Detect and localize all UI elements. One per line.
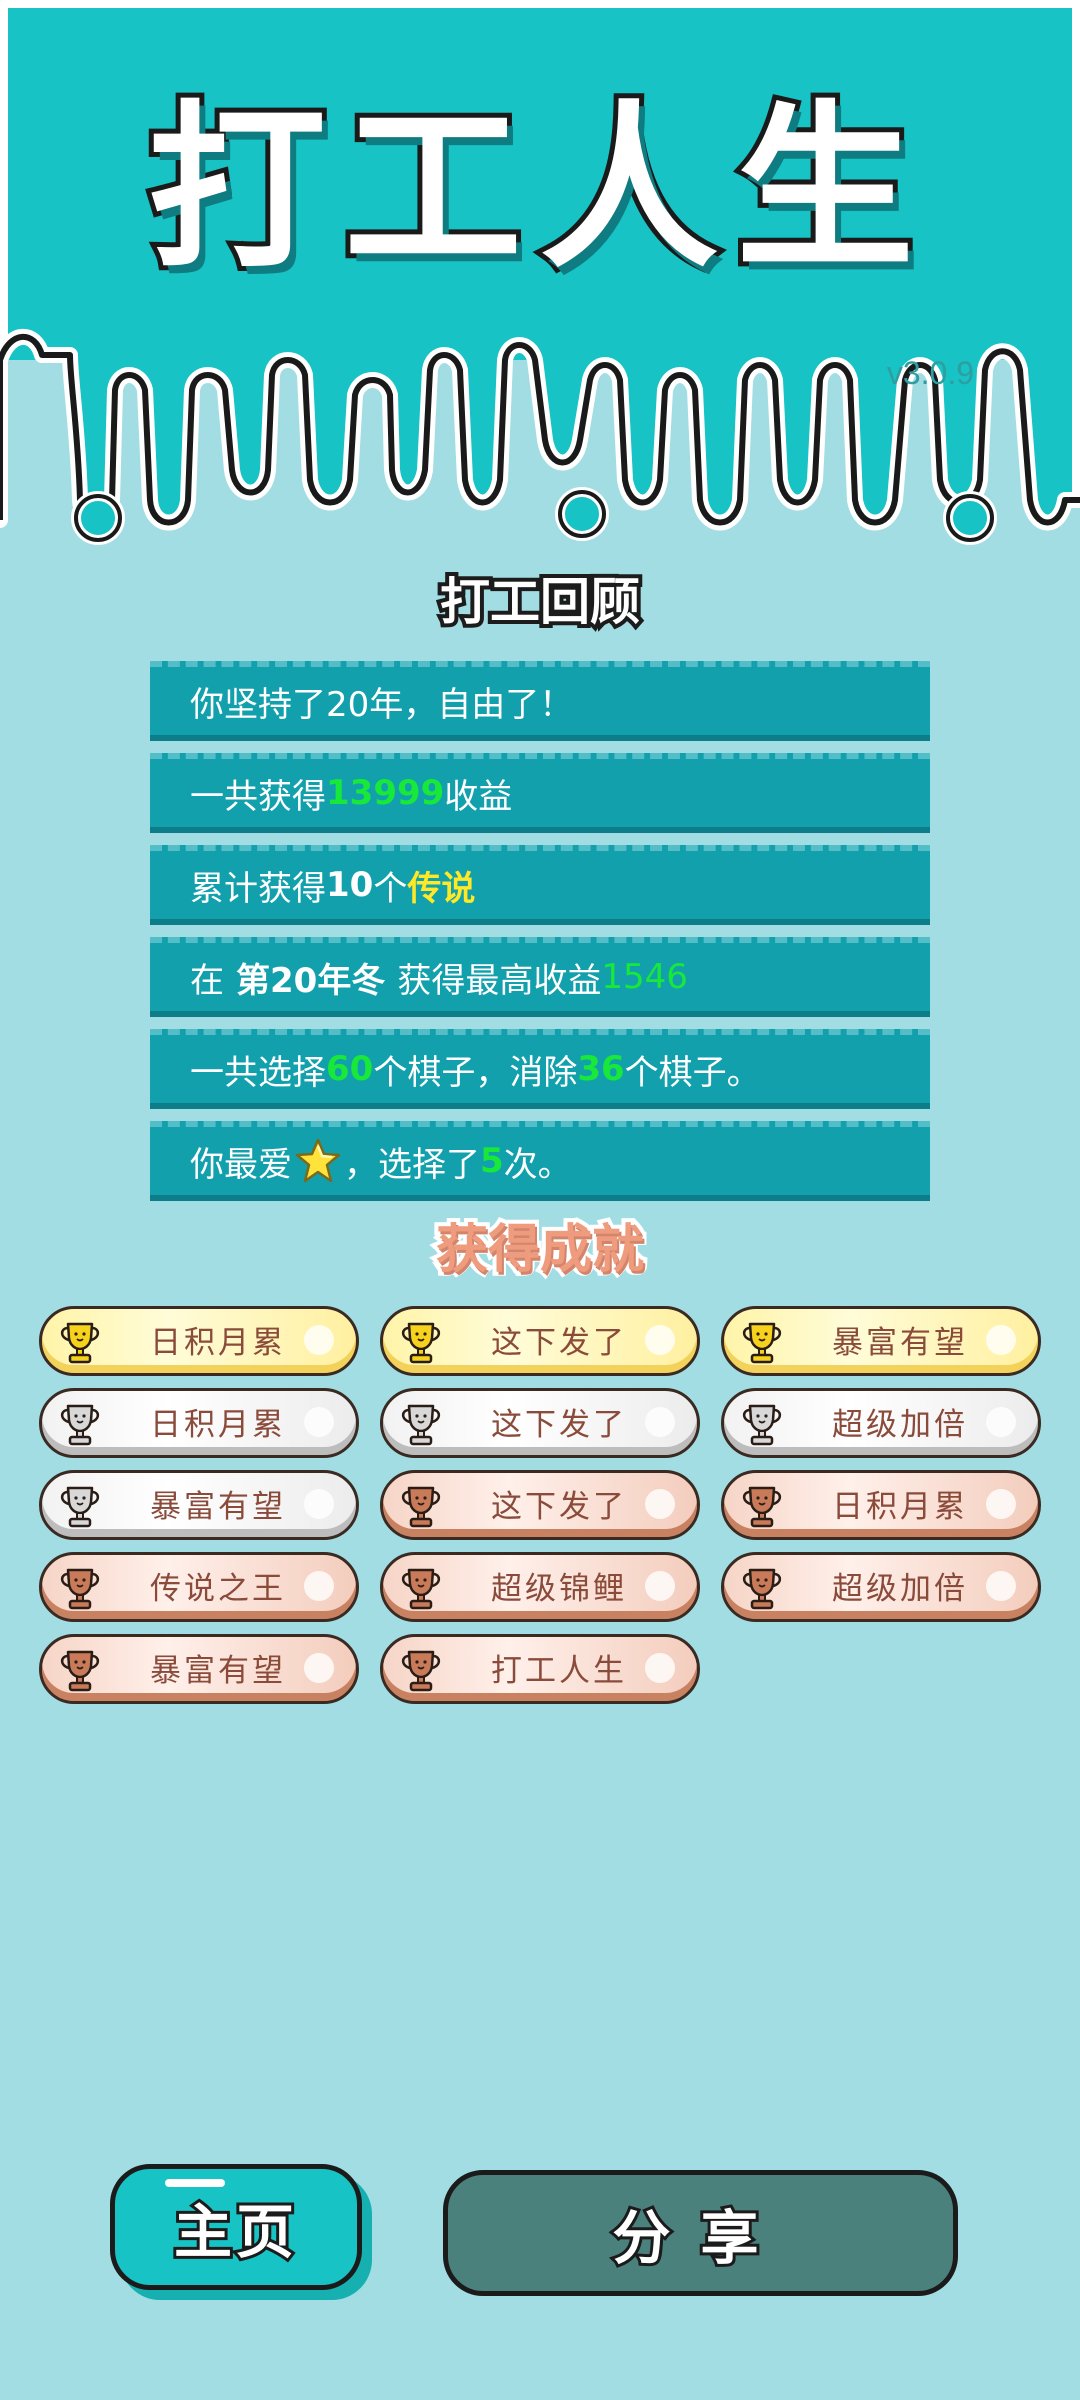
review-text: 第20年冬 <box>236 960 386 1001</box>
review-text: 收益 <box>444 776 513 817</box>
achievement-badge[interactable]: 传说之王 <box>39 1552 359 1622</box>
review-text: 13999 <box>326 773 445 813</box>
review-list: 你坚持了20年，自由了！ 一共获得 13999 收益 累计获得 10 个传说在第20年冬 获得… <box>150 661 930 1213</box>
review-text: 在 <box>190 960 224 1001</box>
trophy-icon <box>397 1400 445 1448</box>
review-text: 传说 <box>407 868 476 909</box>
review-text: ，选择了 <box>344 1144 480 1185</box>
achievement-grid: 日积月累 这下发了 暴富有望 日积月累 这下发了 超级加倍 暴富有望 这下发了 日积月累 传说之王… <box>39 1306 1041 1704</box>
version-label: v3.0.9 <box>886 355 974 391</box>
review-row: 在第20年冬 获得最高收益 1546 <box>150 937 930 1017</box>
trophy-icon <box>738 1482 786 1530</box>
review-row: 累计获得 10 个传说 <box>150 845 930 925</box>
review-row: 一共选择 60 个棋子，消除 36 个棋子。 <box>150 1029 930 1109</box>
achievement-label: 传说之王 <box>150 1570 286 1607</box>
review-text: 个棋子。 <box>624 1052 761 1093</box>
trophy-icon <box>397 1646 445 1694</box>
review-text: 1546 <box>601 957 688 997</box>
trophy-icon <box>738 1400 786 1448</box>
review-text: 次。 <box>503 1144 572 1185</box>
review-text: 你最爱 <box>190 1144 292 1185</box>
trophy-icon <box>397 1564 445 1612</box>
review-text: 5 <box>480 1141 504 1181</box>
achievement-label: 暴富有望 <box>150 1488 286 1525</box>
review-text: 一共获得 <box>190 776 326 817</box>
achievement-label: 超级加倍 <box>832 1570 968 1607</box>
achievement-label: 日积月累 <box>150 1406 286 1443</box>
trophy-icon <box>56 1564 104 1612</box>
home-button-label: 主页 <box>171 2195 298 2269</box>
achievement-badge[interactable]: 日积月累 <box>721 1470 1041 1540</box>
trophy-icon <box>56 1318 104 1366</box>
review-title: 打工回顾 <box>436 573 644 631</box>
achievement-label: 这下发了 <box>491 1488 627 1525</box>
achievement-badge[interactable]: 暴富有望 <box>39 1470 359 1540</box>
achievement-badge[interactable]: 这下发了 <box>380 1306 700 1376</box>
achievement-badge[interactable]: 日积月累 <box>39 1388 359 1458</box>
review-row: 你最爱 ，选择了 5 次。 <box>150 1121 930 1201</box>
trophy-icon <box>56 1400 104 1448</box>
achievement-label: 日积月累 <box>832 1488 968 1525</box>
achievement-label: 超级加倍 <box>832 1406 968 1443</box>
trophy-icon <box>397 1318 445 1366</box>
game-title: 打工人生 <box>143 85 932 292</box>
share-button[interactable]: 分享 <box>443 2170 958 2296</box>
trophy-icon <box>56 1646 104 1694</box>
achievement-badge[interactable]: 日积月累 <box>39 1306 359 1376</box>
button-highlight <box>165 2179 225 2187</box>
review-text: 累计获得 <box>190 868 326 909</box>
achievement-badge[interactable]: 这下发了 <box>380 1388 700 1458</box>
achievement-label: 打工人生 <box>491 1652 627 1689</box>
review-row: 你坚持了20年，自由了！ <box>150 661 930 741</box>
home-button[interactable]: 主页 <box>110 2164 362 2290</box>
review-text: 10 <box>326 865 374 905</box>
achievement-label: 这下发了 <box>491 1406 627 1443</box>
achievement-label: 日积月累 <box>150 1324 286 1361</box>
review-text: 个棋子，消除 <box>373 1052 578 1093</box>
star-icon <box>294 1137 342 1185</box>
trophy-icon <box>738 1318 786 1366</box>
review-text: 获得最高收益 <box>397 960 602 1001</box>
review-text: 你坚持了20年，自由了！ <box>190 684 574 725</box>
achievement-badge[interactable]: 暴富有望 <box>39 1634 359 1704</box>
achievement-badge[interactable]: 这下发了 <box>380 1470 700 1540</box>
achievement-label: 超级锦鲤 <box>491 1570 627 1607</box>
review-row: 一共获得 13999 收益 <box>150 753 930 833</box>
achievement-badge[interactable]: 超级加倍 <box>721 1388 1041 1458</box>
review-text: 60 <box>326 1049 374 1089</box>
review-text: 个 <box>373 868 408 909</box>
achievement-label: 暴富有望 <box>150 1652 286 1689</box>
header-banner: 打工人生 v3.0.9 <box>0 0 1080 560</box>
achievement-badge[interactable]: 超级锦鲤 <box>380 1552 700 1622</box>
trophy-icon <box>56 1482 104 1530</box>
achievement-badge[interactable]: 超级加倍 <box>721 1552 1041 1622</box>
achievement-label: 这下发了 <box>491 1324 627 1361</box>
achievements-title: 获得成就 <box>432 1220 648 1280</box>
trophy-icon <box>738 1564 786 1612</box>
achievement-label: 暴富有望 <box>832 1324 968 1361</box>
trophy-icon <box>397 1482 445 1530</box>
achievement-badge[interactable]: 打工人生 <box>380 1634 700 1704</box>
review-text: 36 <box>577 1049 625 1089</box>
share-button-label: 分享 <box>609 2201 789 2275</box>
achievement-badge[interactable]: 暴富有望 <box>721 1306 1041 1376</box>
review-text: 一共选择 <box>190 1052 326 1093</box>
